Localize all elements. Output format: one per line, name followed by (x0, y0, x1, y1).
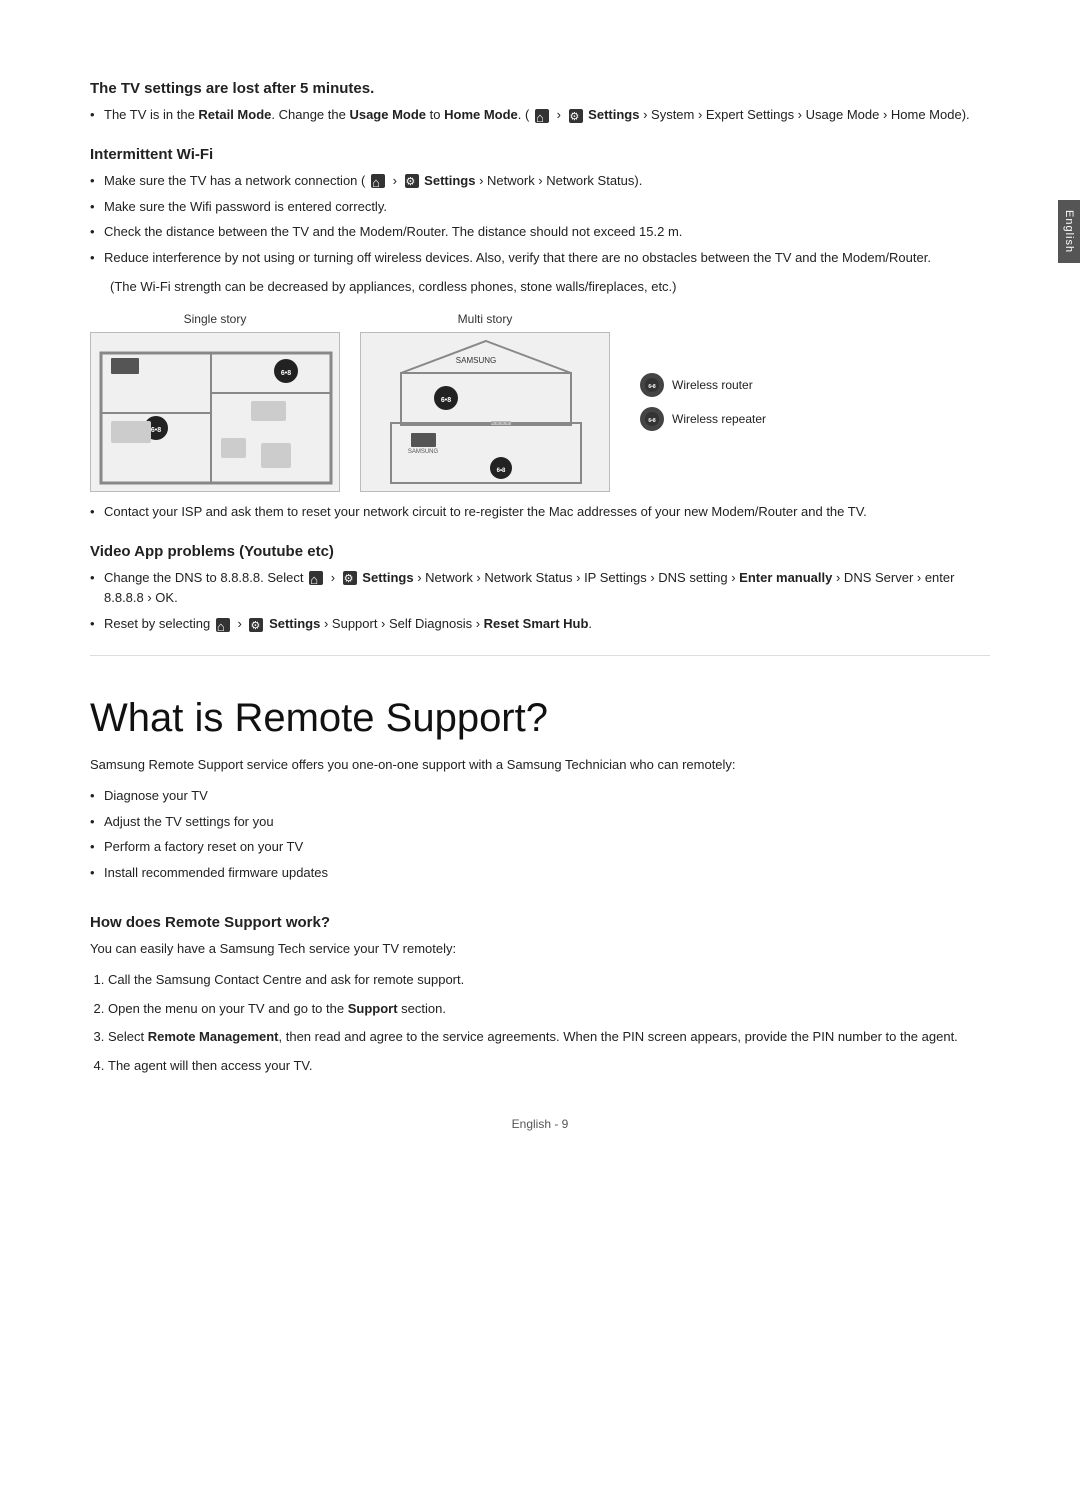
wifi-bullet-4: Reduce interference by not using or turn… (90, 248, 990, 269)
home-icon (535, 109, 549, 123)
wifi-bullet-2: Make sure the Wifi password is entered c… (90, 197, 990, 218)
rs-bullet-2: Adjust the TV settings for you (90, 812, 990, 833)
home-icon-3 (309, 571, 323, 585)
wifi-bullet-3: Check the distance between the TV and th… (90, 222, 990, 243)
tv-settings-bullet1: The TV is in the Retail Mode. Change the… (90, 105, 990, 126)
rs-bullet-1: Diagnose your TV (90, 786, 990, 807)
legend-wireless-router: 6•8 Wireless router (640, 373, 766, 397)
svg-text:6•8: 6•8 (648, 384, 656, 390)
wifi-bullet-1: Make sure the TV has a network connectio… (90, 171, 990, 192)
remote-support-section: What is Remote Support? Samsung Remote S… (90, 696, 990, 884)
how-intro: You can easily have a Samsung Tech servi… (90, 939, 990, 960)
single-story-label: Single story (184, 312, 247, 326)
settings-icon-4 (249, 618, 263, 632)
svg-text:6•8: 6•8 (151, 427, 161, 434)
settings-icon-2 (405, 174, 419, 188)
rs-bullet-3: Perform a factory reset on your TV (90, 837, 990, 858)
remote-support-title: What is Remote Support? (90, 696, 990, 741)
remote-support-intro: Samsung Remote Support service offers yo… (90, 755, 990, 776)
settings-icon-3 (343, 571, 357, 585)
svg-text:SAMSUNG: SAMSUNG (408, 449, 439, 455)
how-title: How does Remote Support work? (90, 914, 990, 931)
diagrams-row: Single story (90, 312, 990, 492)
how-step-4: The agent will then access your TV. (108, 1056, 990, 1077)
home-icon-4 (216, 618, 230, 632)
multi-story-label: Multi story (458, 312, 513, 326)
how-step-1: Call the Samsung Contact Centre and ask … (108, 970, 990, 991)
multi-story-diagram: Multi story SAMSUNG (360, 312, 610, 492)
how-section: How does Remote Support work? You can ea… (90, 914, 990, 1077)
section-divider (90, 655, 990, 656)
settings-icon (569, 109, 583, 123)
video-app-title: Video App problems (Youtube etc) (90, 543, 990, 560)
wireless-router-label: Wireless router (672, 378, 753, 392)
isp-note: Contact your ISP and ask them to reset y… (90, 502, 990, 523)
footer: English - 9 (90, 1117, 990, 1131)
svg-text:6•8: 6•8 (281, 370, 291, 377)
home-icon-2 (371, 174, 385, 188)
how-step-3: Select Remote Management, then read and … (108, 1027, 990, 1048)
svg-text:6•8: 6•8 (441, 397, 451, 404)
svg-text:6•8: 6•8 (648, 418, 656, 424)
video-app-bullet-2: Reset by selecting › Settings › Support … (90, 614, 990, 635)
wifi-title: Intermittent Wi-Fi (90, 146, 990, 163)
footer-label: English - 9 (512, 1117, 569, 1131)
svg-text:6•8: 6•8 (497, 468, 506, 474)
rs-bullet-4: Install recommended firmware updates (90, 863, 990, 884)
single-story-diagram: Single story (90, 312, 340, 492)
wireless-repeater-label: Wireless repeater (672, 412, 766, 426)
router-icon: 6•8 (640, 373, 664, 397)
wifi-note: (The Wi-Fi strength can be decreased by … (90, 277, 990, 298)
svg-text:SAMSUNG: SAMSUNG (456, 356, 496, 365)
legend-box: 6•8 Wireless router 6•8 Wireless repeate… (630, 363, 776, 441)
tv-settings-title: The TV settings are lost after 5 minutes… (90, 80, 990, 97)
repeater-icon: 6•8 (640, 407, 664, 431)
video-app-bullet-1: Change the DNS to 8.8.8.8. Select › Sett… (90, 568, 990, 610)
tv-settings-section: The TV settings are lost after 5 minutes… (90, 80, 990, 126)
video-app-section: Video App problems (Youtube etc) Change … (90, 543, 990, 635)
wifi-section: Intermittent Wi-Fi Make sure the TV has … (90, 146, 990, 523)
legend-wireless-repeater: 6•8 Wireless repeater (640, 407, 766, 431)
how-step-2: Open the menu on your TV and go to the S… (108, 999, 990, 1020)
